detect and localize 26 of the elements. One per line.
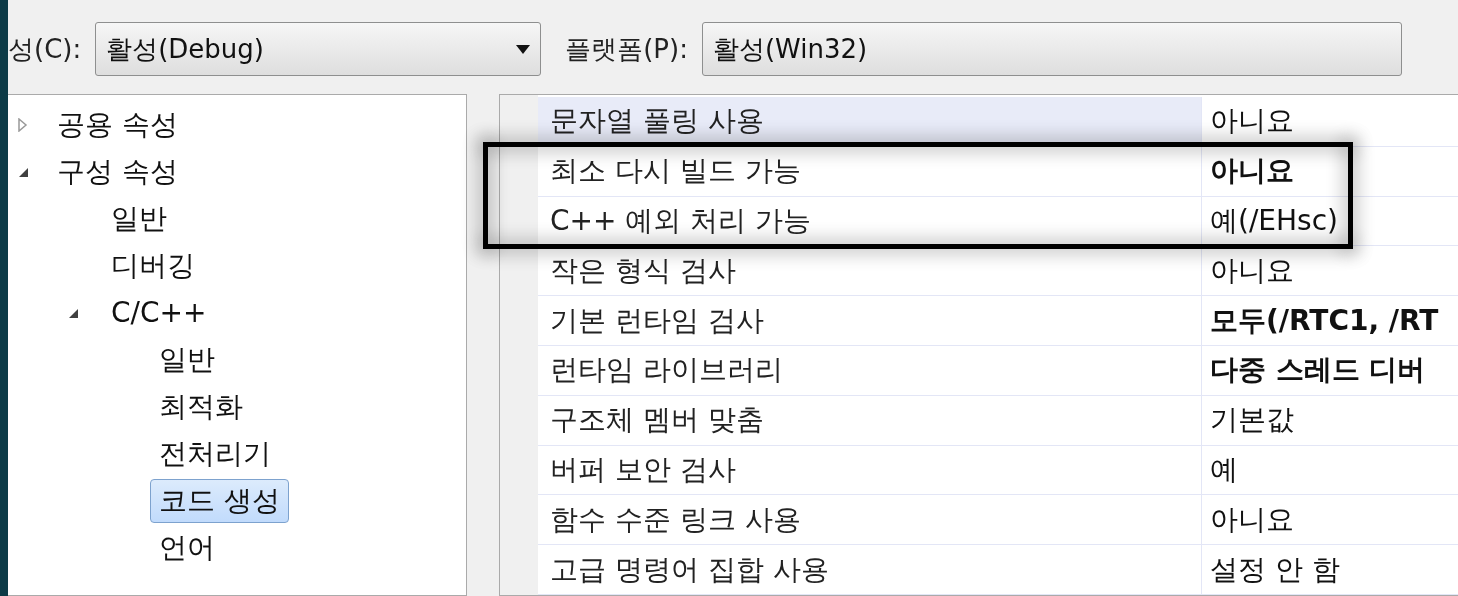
dropdown-caret-icon xyxy=(516,44,531,54)
tree-item[interactable]: 최적화 xyxy=(150,384,252,429)
tree-item[interactable]: 일반 xyxy=(150,337,224,382)
tree-item[interactable]: 코드 생성 xyxy=(150,478,289,523)
property-value[interactable]: 아니요 xyxy=(1202,495,1458,545)
property-value[interactable]: 아니요 xyxy=(1202,246,1458,296)
configuration-label: 성(C): xyxy=(8,32,82,66)
tree-item[interactable]: 언어 xyxy=(150,525,224,570)
platform-label: 플랫폼(P): xyxy=(565,32,688,66)
tree-item[interactable]: C/C++ xyxy=(102,293,216,332)
configuration-dropdown[interactable]: 활성(Debug) xyxy=(95,22,542,76)
collapsed-arrow-icon[interactable] xyxy=(16,117,30,132)
property-value[interactable]: 기본값 xyxy=(1202,395,1458,445)
tree-item[interactable]: 디버깅 xyxy=(102,243,204,288)
tree-item[interactable]: 공용 속성 xyxy=(48,102,187,147)
property-value[interactable]: 설정 안 함 xyxy=(1202,545,1458,594)
property-value[interactable]: 다중 스레드 디버 xyxy=(1202,346,1458,395)
tree-item[interactable]: 전처리기 xyxy=(150,431,280,476)
tree-item[interactable]: 구성 속성 xyxy=(48,149,187,194)
property-value[interactable]: 예 xyxy=(1202,445,1458,495)
property-value[interactable]: 아니요 xyxy=(1202,97,1458,146)
platform-dropdown[interactable]: 활성(Win32) xyxy=(701,22,1402,76)
property-value[interactable]: 아니요 xyxy=(1202,146,1458,196)
property-value[interactable]: 예(/EHsc) xyxy=(1202,196,1458,246)
tree-item[interactable]: 일반 xyxy=(102,196,176,241)
property-value[interactable]: 모두(/RTC1, /RT xyxy=(1202,296,1458,345)
